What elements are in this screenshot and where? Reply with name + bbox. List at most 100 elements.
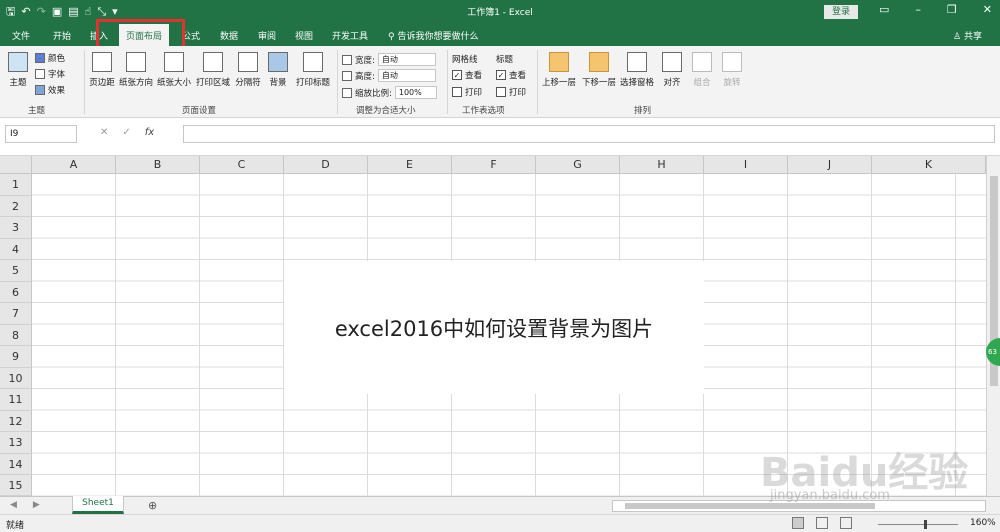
column-header[interactable]: F xyxy=(452,156,536,174)
prev-sheet-icon[interactable]: ◀ xyxy=(10,500,17,510)
themes-button[interactable]: 主题 xyxy=(5,52,31,88)
rotate-button[interactable]: 旋转 xyxy=(720,52,744,88)
formula-bar: I9 ✕ ✓ fx xyxy=(0,118,1000,156)
row-header[interactable]: 12 xyxy=(0,410,32,432)
bring-forward-button[interactable]: 上移一层 xyxy=(540,52,578,88)
column-header[interactable]: J xyxy=(788,156,872,174)
row-header[interactable]: 9 xyxy=(0,346,32,368)
scale-icon xyxy=(342,87,352,98)
tell-me-search[interactable]: ⚲ 告诉我你想要做什么 xyxy=(388,29,478,42)
column-header[interactable]: K xyxy=(872,156,986,174)
tab-review[interactable]: 审阅 xyxy=(258,29,276,42)
close-icon[interactable]: ✕ xyxy=(983,3,992,16)
maximize-icon[interactable]: ❐ xyxy=(947,3,957,16)
gridlines-header: 网格线 xyxy=(452,55,478,65)
name-box[interactable]: I9 xyxy=(5,125,77,143)
select-all-corner[interactable] xyxy=(0,156,32,174)
gridlines-view-checkbox[interactable]: ✓ xyxy=(452,70,462,80)
headings-print-checkbox[interactable] xyxy=(496,87,506,97)
cancel-icon[interactable]: ✕ xyxy=(100,127,108,138)
column-header[interactable]: H xyxy=(620,156,704,174)
tab-developer[interactable]: 开发工具 xyxy=(332,29,368,42)
column-header[interactable]: G xyxy=(536,156,620,174)
page-layout-view-icon[interactable] xyxy=(816,517,828,529)
column-header[interactable]: A xyxy=(32,156,116,174)
scale-control: 缩放比例: 100% xyxy=(342,86,437,99)
enter-icon[interactable]: ✓ xyxy=(122,127,130,138)
sheet-tab[interactable]: Sheet1 xyxy=(72,496,124,514)
row-header[interactable]: 8 xyxy=(0,324,32,346)
orientation-icon xyxy=(126,52,146,72)
normal-view-icon[interactable] xyxy=(792,517,804,529)
tab-home[interactable]: 开始 xyxy=(53,29,71,42)
zoom-level[interactable]: 160% xyxy=(970,518,996,528)
page-break-view-icon[interactable] xyxy=(840,517,852,529)
effects-icon xyxy=(35,85,45,95)
separator xyxy=(537,50,538,114)
selection-pane-button[interactable]: 选择窗格 xyxy=(619,52,655,88)
fonts-button[interactable]: 字体 xyxy=(35,68,65,80)
fx-icon[interactable]: fx xyxy=(145,127,154,138)
tab-view[interactable]: 视图 xyxy=(295,29,313,42)
gridlines-print-checkbox[interactable] xyxy=(452,87,462,97)
row-header[interactable]: 2 xyxy=(0,195,32,217)
row-header[interactable]: 5 xyxy=(0,260,32,282)
row-header[interactable]: 1 xyxy=(0,174,32,196)
minimize-icon[interactable]: – xyxy=(915,3,921,16)
column-header[interactable]: C xyxy=(200,156,284,174)
row-header[interactable]: 4 xyxy=(0,238,32,260)
height-select[interactable]: 自动 xyxy=(377,69,436,82)
next-sheet-icon[interactable]: ▶ xyxy=(33,500,40,510)
size-button[interactable]: 纸张大小 xyxy=(156,52,192,88)
headings-view[interactable]: ✓ 查看 xyxy=(496,69,526,81)
width-select[interactable]: 自动 xyxy=(377,53,436,66)
row-header[interactable]: 6 xyxy=(0,281,32,303)
background-button[interactable]: 背景 xyxy=(266,52,290,88)
watermark-url: jingyan.baidu.com xyxy=(770,488,890,503)
margins-button[interactable]: 页边距 xyxy=(88,52,116,88)
separator xyxy=(84,50,85,114)
send-backward-button[interactable]: 下移一层 xyxy=(580,52,618,88)
colors-button[interactable]: 颜色 xyxy=(35,52,65,64)
gridlines-print[interactable]: 打印 xyxy=(452,86,482,98)
print-area-button[interactable]: 打印区域 xyxy=(195,52,231,88)
formula-input[interactable] xyxy=(183,125,995,143)
align-button[interactable]: 对齐 xyxy=(660,52,684,88)
orientation-button[interactable]: 纸张方向 xyxy=(118,52,154,88)
row-header[interactable]: 15 xyxy=(0,475,32,496)
separator xyxy=(337,50,338,114)
vertical-scrollbar[interactable] xyxy=(986,156,1000,496)
tab-file[interactable]: 文件 xyxy=(12,29,30,42)
row-header[interactable]: 13 xyxy=(0,432,32,454)
row-header[interactable]: 3 xyxy=(0,217,32,239)
ribbon-display-icon[interactable]: ▭ xyxy=(879,3,889,16)
gridlines-view[interactable]: ✓ 查看 xyxy=(452,69,482,81)
zoom-slider[interactable] xyxy=(878,524,958,525)
row-header[interactable]: 11 xyxy=(0,389,32,411)
column-header[interactable]: D xyxy=(284,156,368,174)
login-button[interactable]: 登录 xyxy=(824,5,858,19)
headings-print[interactable]: 打印 xyxy=(496,86,526,98)
print-titles-button[interactable]: 打印标题 xyxy=(294,52,332,88)
selection-pane-icon xyxy=(627,52,647,72)
row-header[interactable]: 7 xyxy=(0,303,32,325)
row-header[interactable]: 10 xyxy=(0,367,32,389)
group-label-scale: 调整为合适大小 xyxy=(356,106,416,116)
zoom-slider-knob[interactable] xyxy=(924,520,927,529)
add-sheet-icon[interactable]: ⊕ xyxy=(148,499,157,512)
scale-input[interactable]: 100% xyxy=(394,86,437,99)
share-button[interactable]: ♙ 共享 xyxy=(953,29,982,42)
column-header[interactable]: B xyxy=(116,156,200,174)
group-label-arrange: 排列 xyxy=(634,106,652,116)
row-header[interactable]: 14 xyxy=(0,453,32,475)
tab-data[interactable]: 数据 xyxy=(220,29,238,42)
effects-button[interactable]: 效果 xyxy=(35,84,65,96)
column-header[interactable]: E xyxy=(368,156,452,174)
group-button[interactable]: 组合 xyxy=(690,52,714,88)
scroll-thumb[interactable] xyxy=(625,503,875,509)
ribbon: 主题 颜色 字体 效果 主题 页边距 纸张方向 纸张大小 打印区域 分隔符 背景… xyxy=(0,46,1000,118)
headings-header: 标题 xyxy=(496,55,514,65)
headings-view-checkbox[interactable]: ✓ xyxy=(496,70,506,80)
breaks-button[interactable]: 分隔符 xyxy=(234,52,262,88)
column-header[interactable]: I xyxy=(704,156,788,174)
